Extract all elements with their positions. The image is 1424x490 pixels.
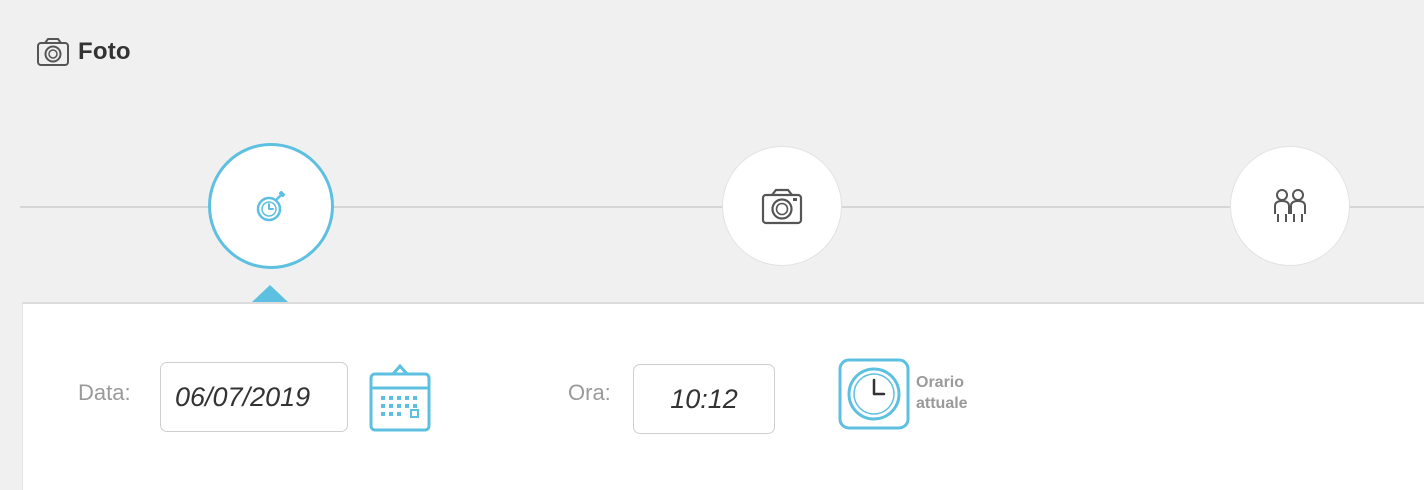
step-time[interactable] [208, 143, 334, 269]
stopwatch-icon [256, 190, 286, 222]
current-time-button[interactable] [838, 358, 910, 430]
people-icon [1274, 189, 1306, 222]
time-field[interactable]: 10:12 [633, 364, 775, 434]
active-step-pointer [252, 285, 288, 302]
current-time-label-line1: Orario [916, 374, 965, 391]
date-label: Data: [78, 380, 131, 405]
calendar-icon [369, 363, 431, 432]
time-label: Ora: [568, 380, 611, 405]
current-time-label-line2: attuale [916, 395, 968, 412]
calendar-button[interactable] [367, 362, 433, 434]
current-time-label: Orario attuale [916, 372, 968, 414]
camera-icon [37, 38, 69, 66]
page-title: Foto [78, 38, 131, 65]
camera-icon [761, 188, 803, 225]
clock-icon [838, 358, 910, 430]
step-people[interactable] [1230, 146, 1350, 266]
date-field[interactable]: 06/07/2019 [160, 362, 348, 432]
step-photo[interactable] [722, 146, 842, 266]
page-header: Foto [36, 32, 131, 72]
